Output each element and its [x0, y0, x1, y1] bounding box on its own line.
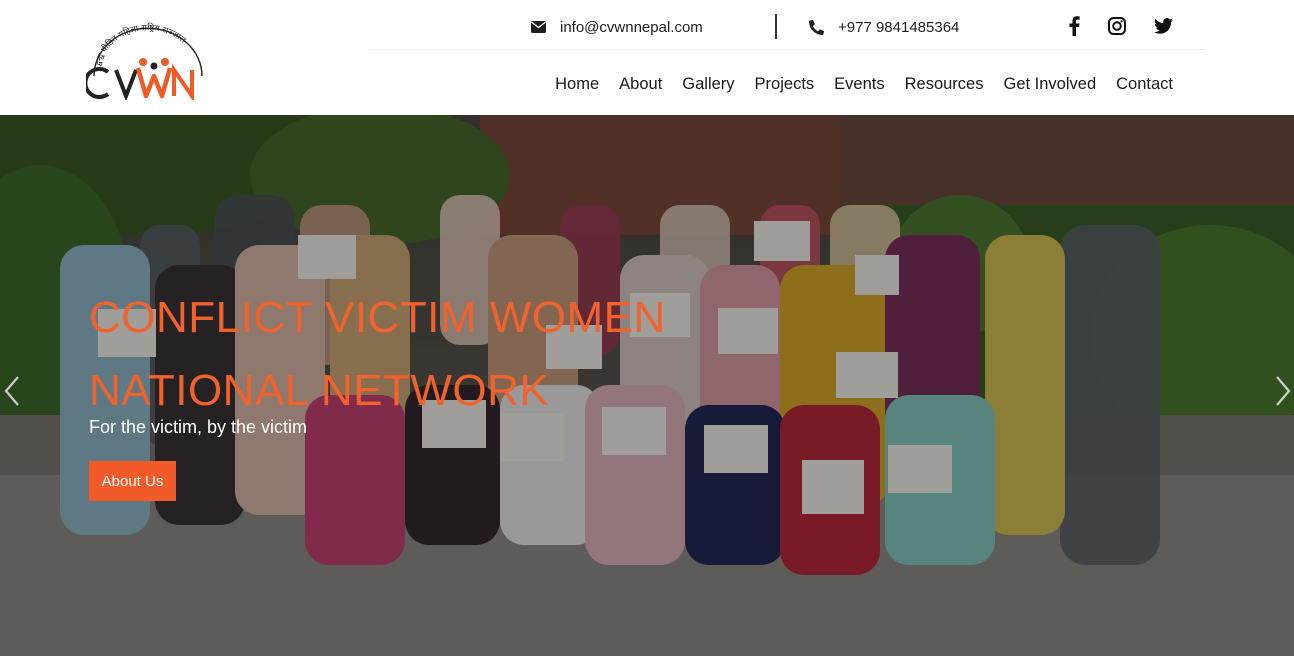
- nav-projects[interactable]: Projects: [755, 75, 815, 94]
- twitter-icon[interactable]: [1152, 15, 1174, 37]
- phone-icon: [809, 19, 824, 35]
- slider-next-arrow[interactable]: [1274, 375, 1292, 407]
- slider-prev-arrow[interactable]: [3, 375, 21, 407]
- nav-gallery[interactable]: Gallery: [682, 75, 734, 94]
- phone-text: +977 9841485364: [838, 18, 960, 36]
- header-email[interactable]: info@cvwnnepal.com: [531, 17, 703, 37]
- site-header: द्वन्द्व पीडित महिला राष्ट्रिय सञ्जाल in…: [0, 0, 1294, 115]
- hero-subtitle: For the victim, by the victim: [89, 417, 308, 437]
- about-us-button[interactable]: About Us: [89, 461, 176, 501]
- chevron-right-icon: [1276, 376, 1291, 406]
- envelope-icon: [531, 21, 546, 33]
- hero-title-line1: CONFLICT VICTIM WOMEN: [89, 293, 666, 342]
- main-nav: Home About Gallery Projects Events Resou…: [555, 75, 1173, 94]
- facebook-icon[interactable]: [1063, 15, 1085, 37]
- nav-about[interactable]: About: [619, 75, 662, 94]
- nav-get-involved[interactable]: Get Involved: [1003, 75, 1096, 94]
- site-logo[interactable]: द्वन्द्व पीडित महिला राष्ट्रिय सञ्जाल: [83, 16, 206, 103]
- header-divider: [368, 49, 1204, 50]
- nav-resources[interactable]: Resources: [905, 75, 984, 94]
- nav-contact[interactable]: Contact: [1116, 75, 1173, 94]
- instagram-icon[interactable]: [1106, 15, 1128, 37]
- hero-title: CONFLICT VICTIM WOMEN NATIONAL NETWORK: [89, 281, 789, 427]
- contact-divider: [775, 14, 777, 39]
- hero-slider: CONFLICT VICTIM WOMEN NATIONAL NETWORK F…: [0, 115, 1294, 656]
- chevron-left-icon: [4, 376, 19, 406]
- header-phone[interactable]: +977 9841485364: [809, 17, 959, 37]
- nav-home[interactable]: Home: [555, 75, 599, 94]
- email-text: info@cvwnnepal.com: [560, 18, 703, 36]
- nav-events[interactable]: Events: [834, 75, 884, 94]
- cvwn-logo-icon: द्वन्द्व पीडित महिला राष्ट्रिय सञ्जाल: [83, 22, 203, 103]
